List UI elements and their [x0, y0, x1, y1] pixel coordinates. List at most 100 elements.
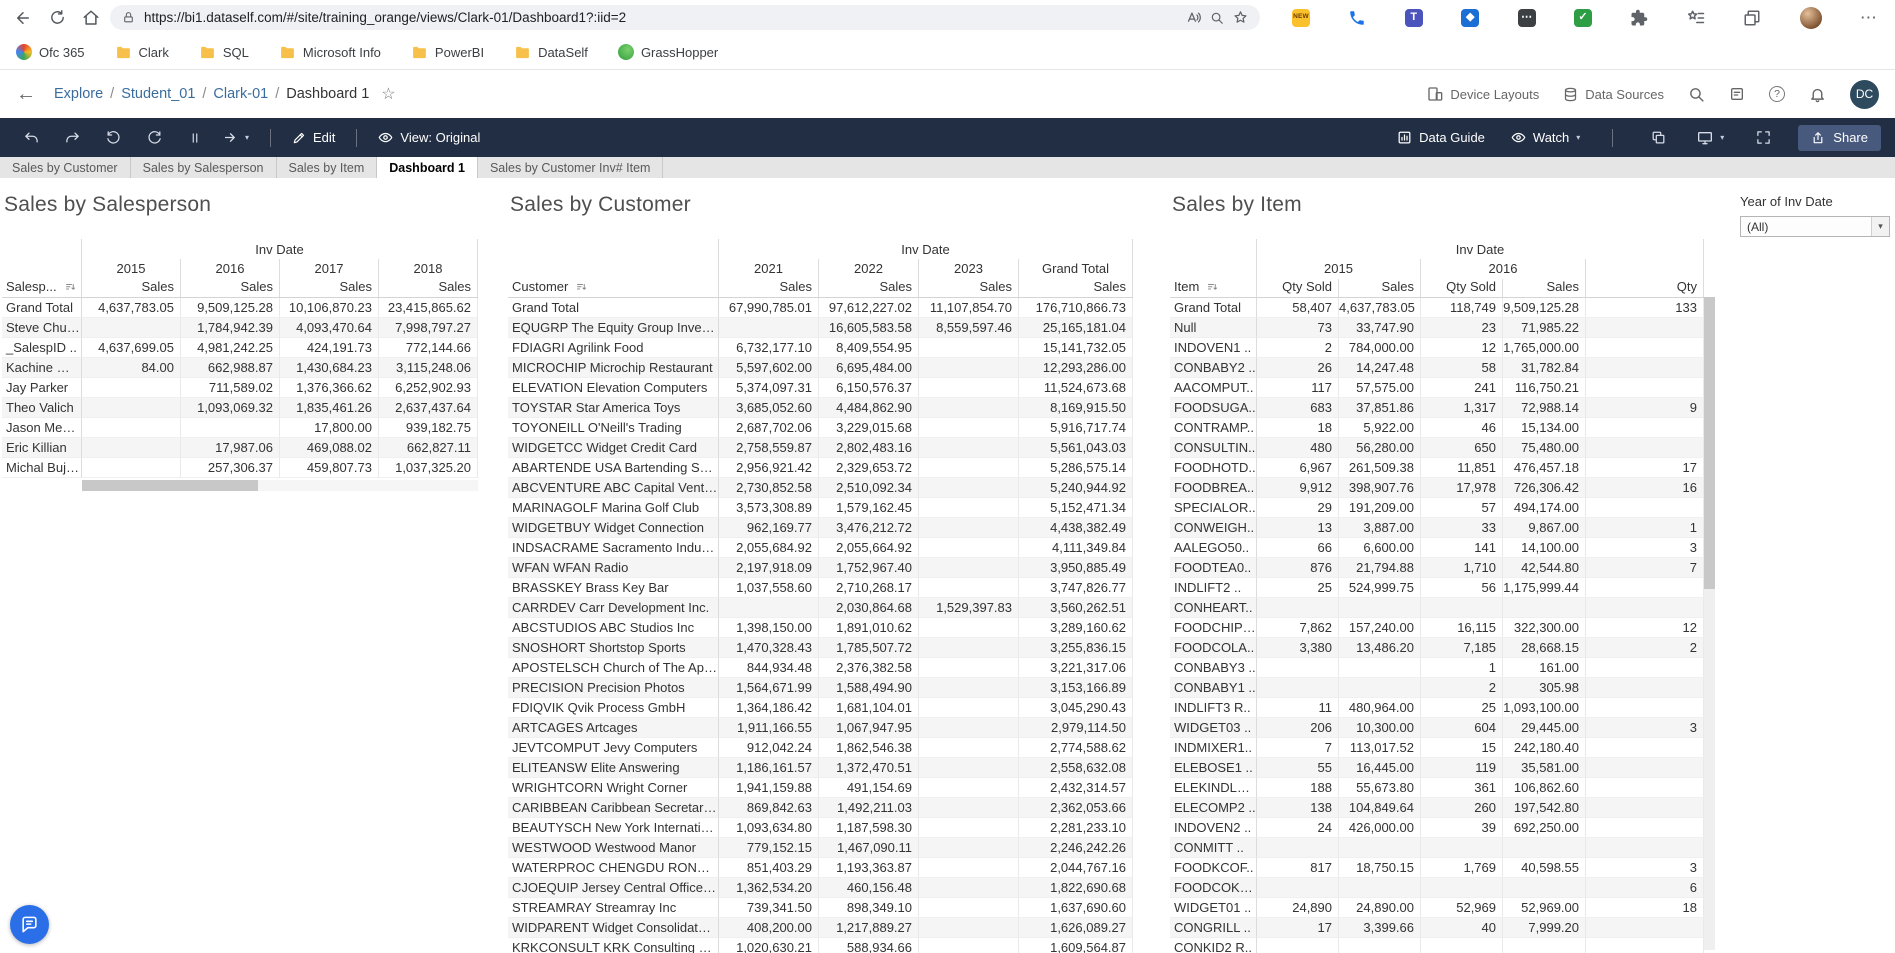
row-label-cell[interactable]: WIDPARENT Widget Consolidated Hol.. [508, 918, 719, 938]
value-cell[interactable]: 1,835,461.26 [280, 398, 379, 418]
value-cell[interactable]: 2,197,918.09 [719, 558, 819, 578]
view-original-button[interactable]: View: Original [374, 124, 484, 152]
value-cell[interactable]: 1,710 [1421, 558, 1503, 578]
data-guide-button[interactable]: Data Guide [1393, 124, 1489, 152]
row-label-cell[interactable]: INDOVEN1 .. [1170, 338, 1257, 358]
row-label-cell[interactable]: FOODTEA0.. [1170, 558, 1257, 578]
year-header[interactable]: 2017 [280, 259, 379, 279]
value-cell[interactable]: 739,341.50 [719, 898, 819, 918]
value-cell[interactable]: 119 [1421, 758, 1503, 778]
row-label-cell[interactable]: ELECOMP2 .. [1170, 798, 1257, 818]
value-cell[interactable]: 5,286,575.14 [1019, 458, 1133, 478]
value-cell[interactable] [919, 558, 1019, 578]
value-cell[interactable]: 261,509.38 [1339, 458, 1421, 478]
value-cell[interactable]: 844,934.48 [719, 658, 819, 678]
value-cell[interactable]: 1,862,546.38 [819, 738, 919, 758]
row-label-cell[interactable]: AALEGO50.. [1170, 538, 1257, 558]
value-cell[interactable] [1586, 318, 1704, 338]
value-cell[interactable] [1586, 358, 1704, 378]
value-cell[interactable]: 97,612,227.02 [819, 298, 919, 318]
value-cell[interactable]: 15 [1421, 738, 1503, 758]
value-cell[interactable]: 1,020,630.21 [719, 938, 819, 953]
value-cell[interactable]: 24,890.00 [1339, 898, 1421, 918]
value-cell[interactable]: 12 [1421, 338, 1503, 358]
value-cell[interactable] [1586, 838, 1704, 858]
value-cell[interactable]: 1,362,534.20 [719, 878, 819, 898]
value-cell[interactable]: 16,605,583.58 [819, 318, 919, 338]
row-label-cell[interactable]: TOYONEILL O'Neill's Trading [508, 418, 719, 438]
year-header[interactable]: 2018 [379, 259, 478, 279]
value-cell[interactable]: 3,399.66 [1339, 918, 1421, 938]
bookmark-clark[interactable]: Clark [115, 44, 169, 61]
value-cell[interactable] [1339, 838, 1421, 858]
value-cell[interactable]: 784,000.00 [1339, 338, 1421, 358]
value-cell[interactable]: 141 [1421, 538, 1503, 558]
value-cell[interactable]: 11,524,673.68 [1019, 378, 1133, 398]
row-label-cell[interactable]: WIDGETCC Widget Credit Card [508, 438, 719, 458]
value-cell[interactable]: 13,486.20 [1339, 638, 1421, 658]
value-cell[interactable]: 711,589.02 [181, 378, 280, 398]
value-cell[interactable]: 14,100.00 [1503, 538, 1586, 558]
value-cell[interactable]: 7,185 [1421, 638, 1503, 658]
chat-widget-button[interactable] [10, 905, 49, 944]
value-cell[interactable]: 1,093,100.00 [1503, 698, 1586, 718]
browser-reload-button[interactable] [42, 4, 72, 32]
value-cell[interactable]: 322,300.00 [1503, 618, 1586, 638]
revert-button[interactable] [96, 124, 130, 152]
value-cell[interactable]: 42,544.80 [1503, 558, 1586, 578]
value-cell[interactable]: 1,941,159.88 [719, 778, 819, 798]
sheet-tab-dashboard-1[interactable]: Dashboard 1 [377, 157, 478, 178]
measure-header[interactable]: Sales [719, 279, 819, 297]
row-label-cell[interactable]: WESTWOOD Westwood Manor [508, 838, 719, 858]
row-label-cell[interactable]: BRASSKEY Brass Key Bar [508, 578, 719, 598]
search-button[interactable] [1688, 86, 1705, 103]
year-header[interactable] [1586, 259, 1704, 279]
sheet-tab-sales-by-customer[interactable]: Sales by Customer [0, 157, 131, 178]
row-label-cell[interactable]: ELEBOSE1 .. [1170, 758, 1257, 778]
value-cell[interactable] [1421, 938, 1503, 953]
value-cell[interactable]: 3,229,015.68 [819, 418, 919, 438]
value-cell[interactable]: 2,758,559.87 [719, 438, 819, 458]
value-cell[interactable]: 7 [1257, 738, 1339, 758]
value-cell[interactable]: 7,862 [1257, 618, 1339, 638]
row-label-cell[interactable]: KRKCONSULT KRK Consulting Service [508, 938, 719, 953]
extensions-menu-icon[interactable] [1630, 9, 1648, 27]
value-cell[interactable]: 939,182.75 [379, 418, 478, 438]
value-cell[interactable]: 1,765,000.00 [1503, 338, 1586, 358]
value-cell[interactable]: 2,730,852.58 [719, 478, 819, 498]
row-label-cell[interactable]: CJOEQUIP Jersey Central Office Equip [508, 878, 719, 898]
value-cell[interactable] [1503, 598, 1586, 618]
row-label-cell[interactable]: FOODCOLA.. [1170, 638, 1257, 658]
value-cell[interactable]: 25 [1257, 578, 1339, 598]
bookmark-powerbi[interactable]: PowerBI [411, 44, 484, 61]
value-cell[interactable]: 2,362,053.66 [1019, 798, 1133, 818]
value-cell[interactable]: 2,687,702.06 [719, 418, 819, 438]
value-cell[interactable] [82, 418, 181, 438]
value-cell[interactable]: 3 [1586, 718, 1704, 738]
value-cell[interactable]: 1,067,947.95 [819, 718, 919, 738]
value-cell[interactable]: 2,281,233.10 [1019, 818, 1133, 838]
value-cell[interactable]: 2,979,114.50 [1019, 718, 1133, 738]
value-cell[interactable]: 1 [1421, 658, 1503, 678]
row-label-cell[interactable]: CARIBBEAN Caribbean Secretary Online [508, 798, 719, 818]
value-cell[interactable]: 1,911,166.55 [719, 718, 819, 738]
value-cell[interactable]: 1,579,162.45 [819, 498, 919, 518]
row-label-cell[interactable]: FOODCOKD.. [1170, 878, 1257, 898]
salesperson-row-field-header[interactable]: Salesp... [2, 239, 82, 297]
value-cell[interactable]: 876 [1257, 558, 1339, 578]
value-cell[interactable] [1421, 598, 1503, 618]
value-cell[interactable]: 11 [1257, 698, 1339, 718]
measure-header[interactable]: Sales [819, 279, 919, 297]
value-cell[interactable]: 16,115 [1421, 618, 1503, 638]
copy-button[interactable] [1641, 124, 1675, 152]
value-cell[interactable]: 1,398,150.00 [719, 618, 819, 638]
value-cell[interactable]: 9 [1586, 398, 1704, 418]
row-label-cell[interactable]: PRECISION Precision Photos [508, 678, 719, 698]
value-cell[interactable] [919, 398, 1019, 418]
teams-extension-icon[interactable]: T [1405, 9, 1423, 27]
value-cell[interactable]: 52,969.00 [1503, 898, 1586, 918]
value-cell[interactable]: 133 [1586, 298, 1704, 318]
value-cell[interactable]: 9,509,125.28 [181, 298, 280, 318]
row-label-cell[interactable]: WIDGET01 .. [1170, 898, 1257, 918]
value-cell[interactable]: 398,907.76 [1339, 478, 1421, 498]
